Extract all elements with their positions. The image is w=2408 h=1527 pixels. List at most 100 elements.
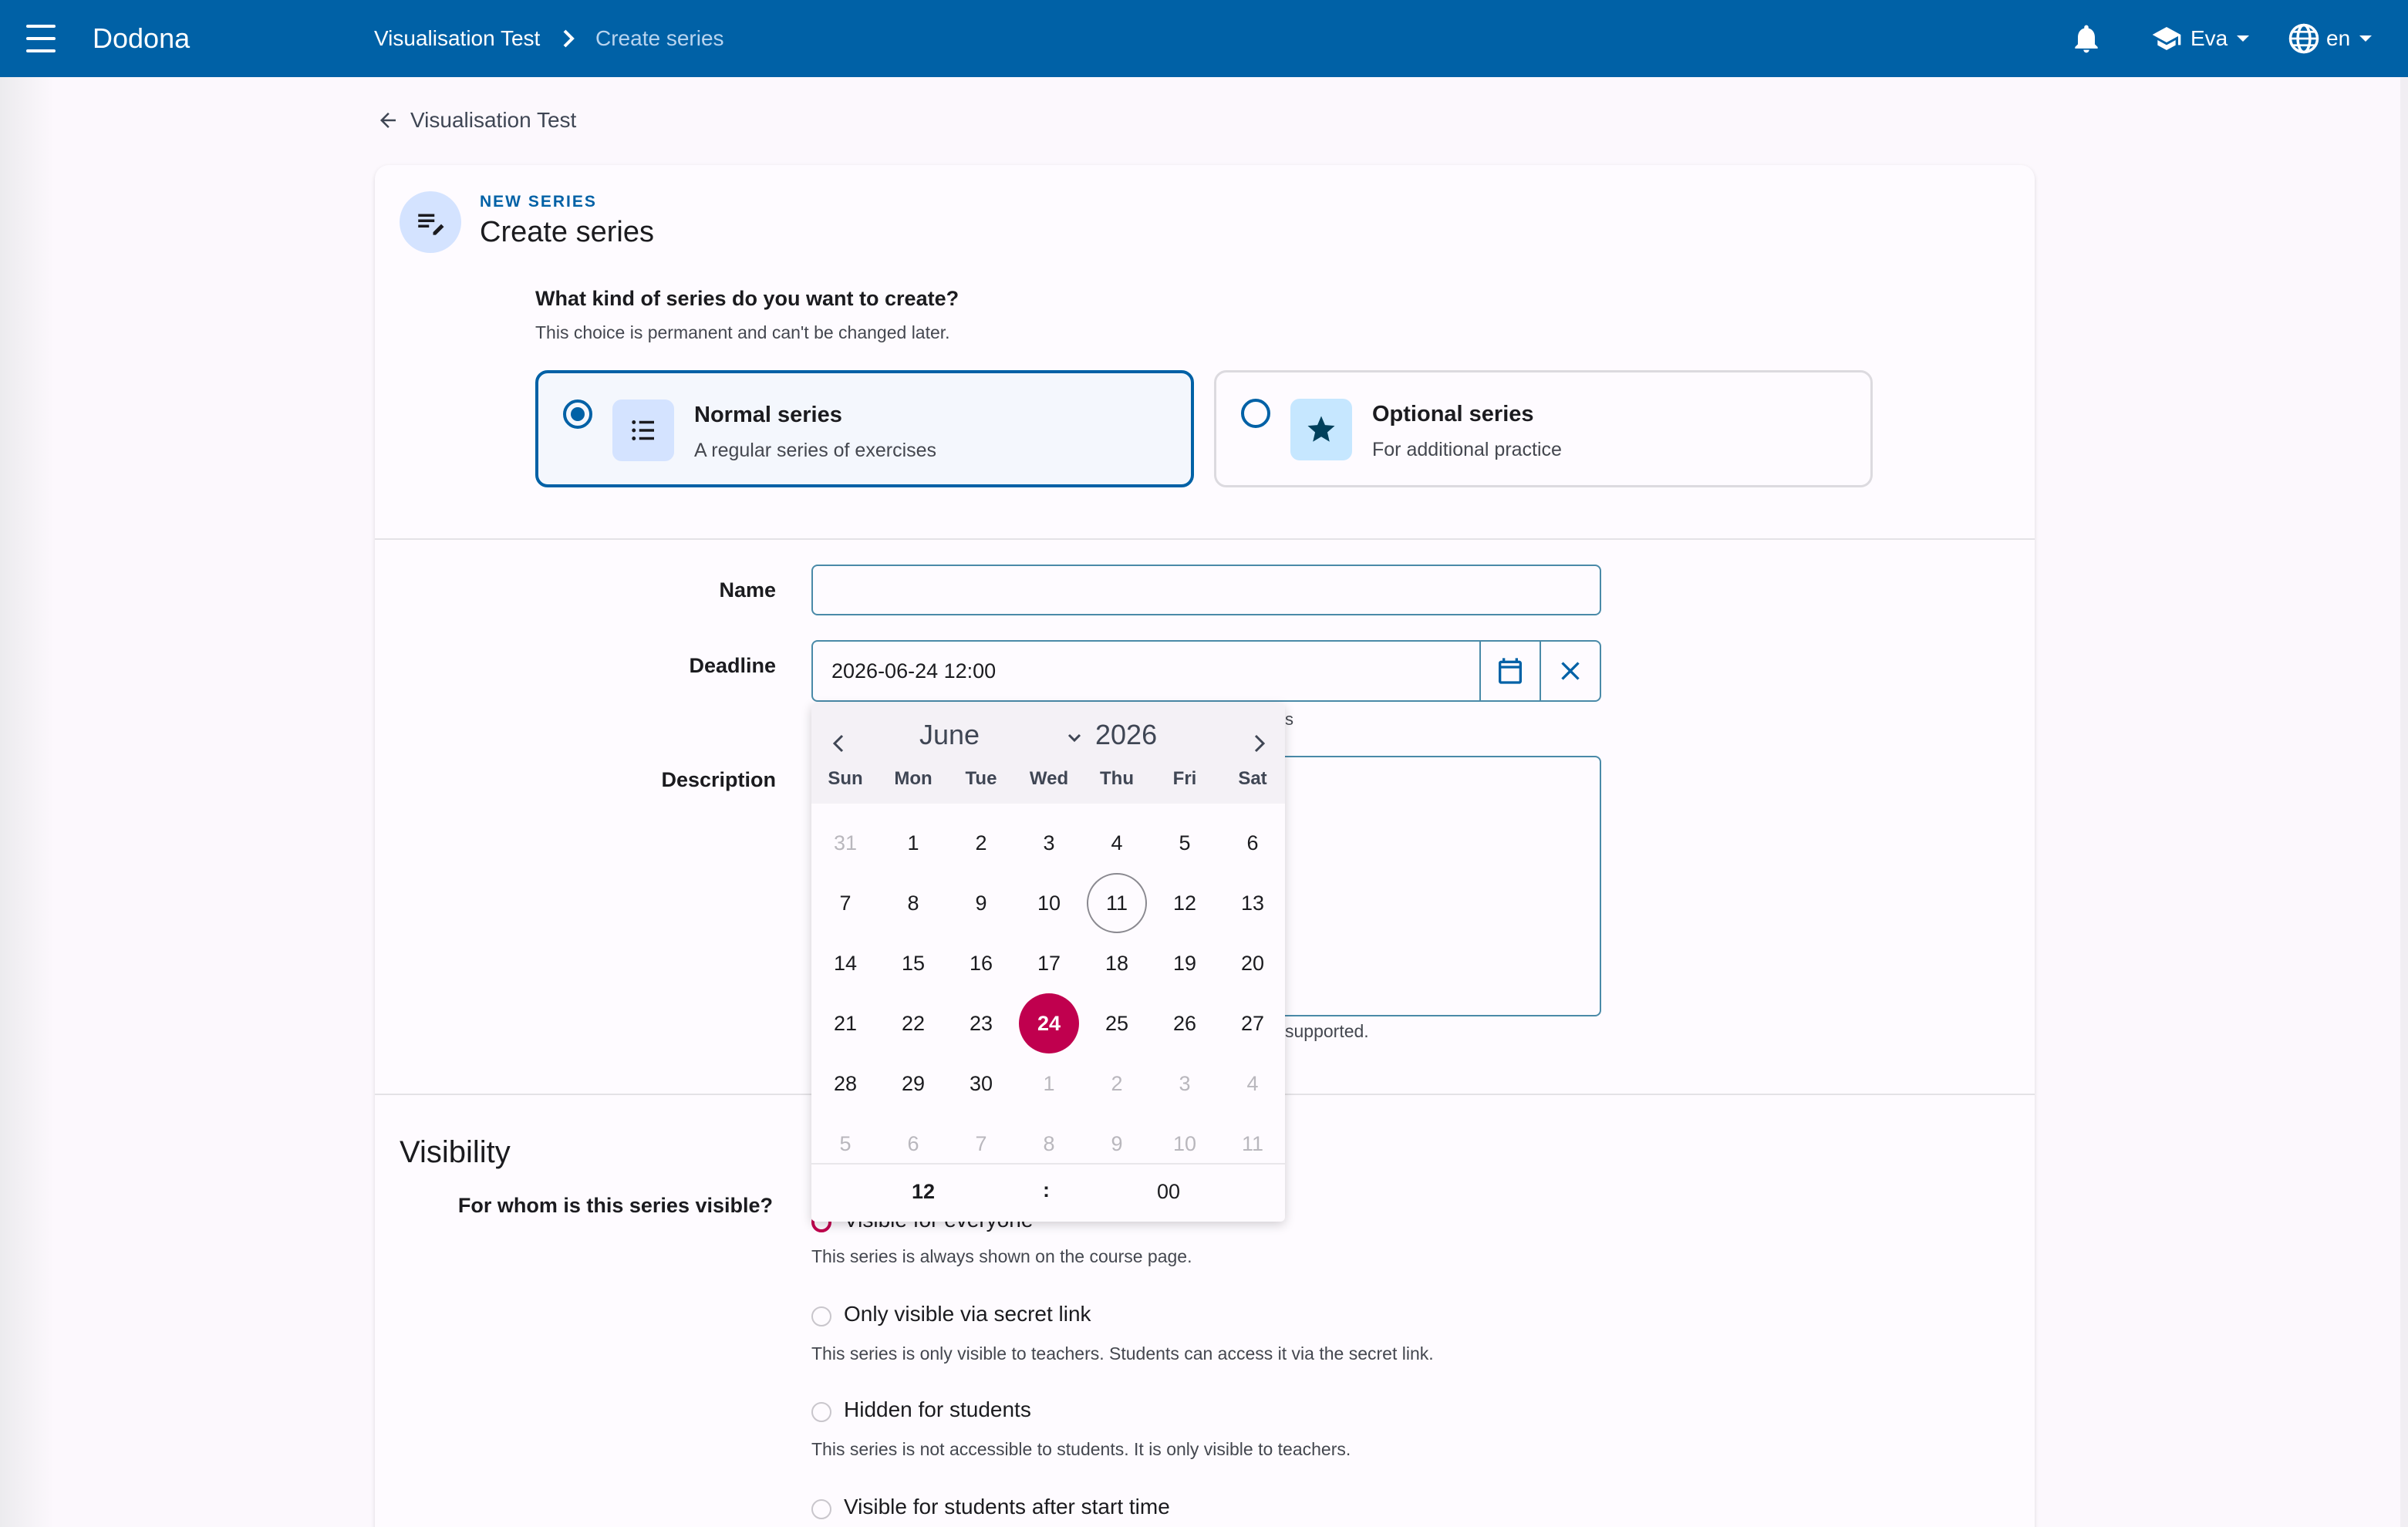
calendar-day[interactable]: 21: [815, 993, 875, 1053]
chevron-right-icon[interactable]: [1248, 726, 1271, 757]
hamburger-menu-icon[interactable]: [26, 25, 56, 52]
calendar-day[interactable]: 30: [951, 1053, 1011, 1114]
section-divider: [375, 538, 2035, 540]
choice-subtitle: For additional practice: [1372, 439, 1562, 460]
calendar-day[interactable]: 6: [1223, 813, 1283, 873]
language-code: en: [2326, 26, 2351, 50]
deadline-help: s: [1285, 710, 1293, 729]
calendar-day[interactable]: 1: [883, 813, 943, 873]
weekday-label: Mon: [894, 768, 933, 789]
user-name: Eva: [2190, 26, 2228, 50]
calendar-day[interactable]: 26: [1155, 993, 1215, 1053]
choice-optional-series[interactable]: Optional series For additional practice: [1214, 370, 1873, 487]
bell-icon[interactable]: [2069, 22, 2103, 56]
option-label[interactable]: Visible for students after start time: [844, 1495, 1170, 1519]
user-menu[interactable]: Eva: [2149, 22, 2250, 56]
option-help: This series is not accessible to student…: [811, 1439, 1351, 1459]
close-icon: [1561, 662, 1580, 680]
calendar-day[interactable]: 2: [951, 813, 1011, 873]
calendar-day[interactable]: 2: [1087, 1053, 1147, 1114]
breadcrumb-course[interactable]: Visualisation Test: [374, 23, 540, 54]
breadcrumb-current: Create series: [595, 26, 724, 50]
calendar-day[interactable]: 4: [1223, 1053, 1283, 1114]
calendar-day[interactable]: 23: [951, 993, 1011, 1053]
back-link-label: Visualisation Test: [410, 108, 577, 132]
option-label[interactable]: Hidden for students: [844, 1397, 1031, 1422]
name-label: Name: [719, 578, 776, 602]
calendar-day[interactable]: 16: [951, 933, 1011, 993]
choice-subtitle: A regular series of exercises: [694, 440, 937, 461]
radio-secret-link[interactable]: [811, 1306, 831, 1326]
hour-input[interactable]: 12: [912, 1180, 935, 1204]
calendar-day[interactable]: 5: [1155, 813, 1215, 873]
radio-after-start-time[interactable]: [811, 1499, 831, 1519]
choice-title: Optional series: [1372, 402, 1534, 426]
globe-icon: [2288, 23, 2319, 54]
calendar-day[interactable]: 15: [883, 933, 943, 993]
calendar-day[interactable]: 8: [883, 873, 943, 933]
radio-unselected[interactable]: [1241, 399, 1270, 428]
time-row: 12 : 00: [811, 1163, 1285, 1222]
top-app-bar: Dodona Visualisation Test Create series …: [0, 0, 2408, 77]
calendar-day[interactable]: 1: [1019, 1053, 1079, 1114]
minute-input[interactable]: 00: [1157, 1180, 1180, 1204]
chevron-left-icon[interactable]: [827, 726, 850, 757]
chevron-down-icon[interactable]: [1064, 728, 1084, 748]
calendar-day[interactable]: 4: [1087, 813, 1147, 873]
calendar-day[interactable]: 3: [1019, 813, 1079, 873]
time-separator: :: [1043, 1178, 1050, 1202]
choice-normal-series[interactable]: Normal series A regular series of exerci…: [535, 370, 1194, 487]
month-select[interactable]: June: [919, 719, 980, 751]
radio-selected[interactable]: [563, 399, 592, 429]
name-input[interactable]: [811, 565, 1601, 615]
visibility-heading: Visibility: [400, 1135, 511, 1169]
list-icon: [612, 399, 674, 461]
card-overline: NEW SERIES: [480, 193, 597, 211]
brand-title[interactable]: Dodona: [93, 19, 190, 59]
school-cap-icon: [2152, 27, 2181, 50]
calendar-day[interactable]: 20: [1223, 933, 1283, 993]
back-link[interactable]: Visualisation Test: [376, 108, 576, 133]
weekday-label: Sat: [1238, 768, 1267, 789]
calendar-day[interactable]: 9: [951, 873, 1011, 933]
calendar-day[interactable]: 14: [815, 933, 875, 993]
deadline-field: 2026-06-24 12:00: [811, 640, 1601, 702]
star-icon: [1290, 399, 1352, 460]
chevron-right-icon: [563, 29, 575, 48]
clear-deadline-button[interactable]: [1540, 642, 1600, 700]
calendar-day[interactable]: 31: [815, 813, 875, 873]
option-label[interactable]: Only visible via secret link: [844, 1302, 1091, 1326]
calendar-day[interactable]: 28: [815, 1053, 875, 1114]
language-menu[interactable]: en: [2288, 22, 2373, 56]
calendar-day[interactable]: 19: [1155, 933, 1215, 993]
calendar-day[interactable]: 29: [883, 1053, 943, 1114]
caret-down-icon: [2359, 35, 2373, 42]
deadline-label: Deadline: [689, 654, 776, 677]
scrollbar-track[interactable]: [2400, 77, 2408, 1527]
radio-hidden-students[interactable]: [811, 1402, 831, 1422]
calendar-day[interactable]: 7: [815, 873, 875, 933]
visibility-question: For whom is this series visible?: [457, 1194, 773, 1217]
arrow-left-icon: [380, 113, 396, 128]
edit-list-icon: [400, 191, 461, 253]
calendar-day[interactable]: 25: [1087, 993, 1147, 1053]
series-type-question: What kind of series do you want to creat…: [535, 287, 959, 310]
calendar-icon: [1499, 658, 1522, 684]
datepicker-header: June 2026 Sun Mon Tue Wed Thu Fri Sat: [811, 703, 1285, 804]
calendar-day[interactable]: 18: [1087, 933, 1147, 993]
weekday-label: Tue: [965, 768, 997, 789]
description-label: Description: [661, 768, 776, 791]
calendar-day[interactable]: 24: [1019, 993, 1079, 1053]
calendar-day[interactable]: 13: [1223, 873, 1283, 933]
calendar-day[interactable]: 12: [1155, 873, 1215, 933]
calendar-day[interactable]: 27: [1223, 993, 1283, 1053]
calendar-day[interactable]: 11: [1087, 873, 1147, 933]
calendar-day[interactable]: 17: [1019, 933, 1079, 993]
calendar-day[interactable]: 3: [1155, 1053, 1215, 1114]
calendar-day[interactable]: 10: [1019, 873, 1079, 933]
year-input[interactable]: 2026: [1095, 719, 1157, 751]
series-type-help: This choice is permanent and can't be ch…: [535, 322, 950, 342]
deadline-input[interactable]: 2026-06-24 12:00: [813, 642, 1479, 700]
calendar-day[interactable]: 22: [883, 993, 943, 1053]
calendar-button[interactable]: [1479, 642, 1540, 700]
